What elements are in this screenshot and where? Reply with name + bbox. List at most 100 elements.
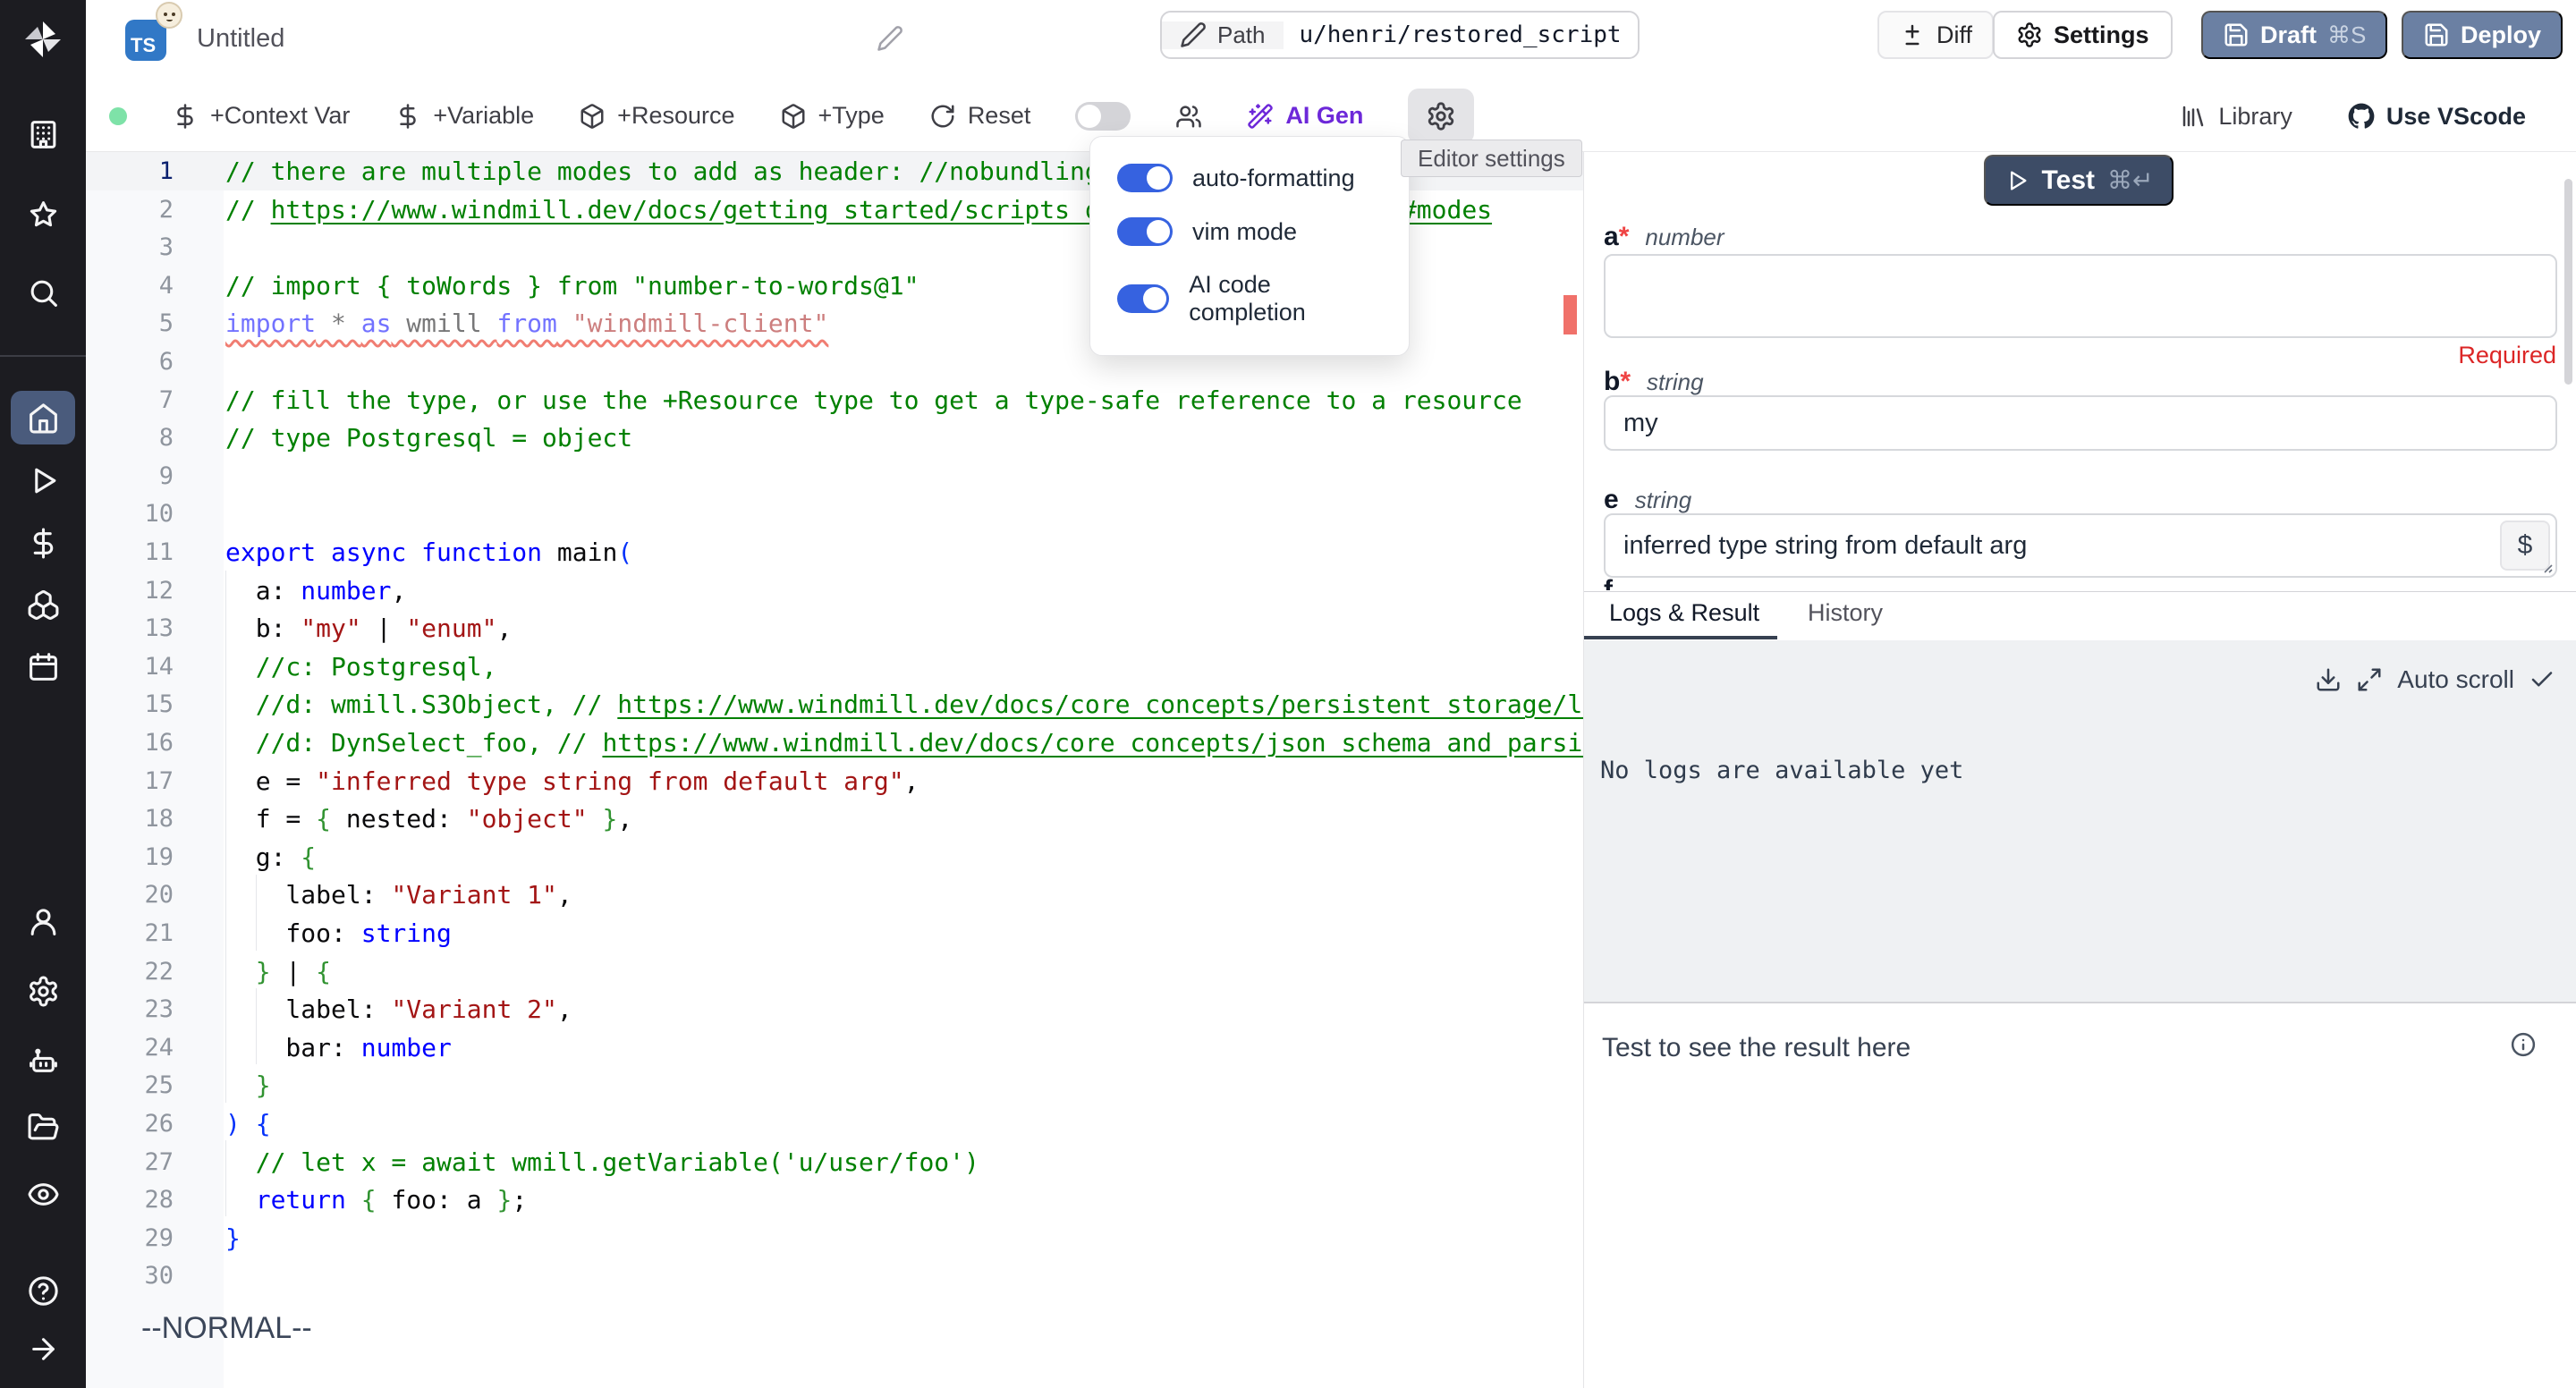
editor-settings-gear-button[interactable]: [1408, 89, 1474, 144]
line-number[interactable]: 23: [86, 990, 174, 1028]
code-line[interactable]: ) {: [225, 1104, 271, 1143]
code-line[interactable]: } | {: [225, 952, 331, 991]
add-type-button[interactable]: +Type: [780, 102, 885, 130]
sidebar-item-resources[interactable]: [11, 578, 75, 631]
line-number[interactable]: 22: [86, 952, 174, 991]
line-number[interactable]: 15: [86, 685, 174, 724]
tab-logs-result[interactable]: Logs & Result: [1609, 599, 1759, 627]
code-line[interactable]: e = "inferred type string from default a…: [225, 762, 919, 800]
sidebar-item-runs[interactable]: [11, 453, 75, 507]
autoscroll-label[interactable]: Auto scroll: [2397, 665, 2514, 694]
expand-logs-icon[interactable]: [2356, 666, 2383, 693]
code-line[interactable]: }: [225, 1219, 241, 1257]
collab-toggle[interactable]: [1075, 102, 1131, 131]
download-logs-icon[interactable]: [2315, 666, 2342, 693]
code-line[interactable]: // fill the type, or use the +Resource t…: [225, 381, 1522, 419]
toggle-vim-mode[interactable]: [1117, 217, 1173, 246]
field-e-input[interactable]: inferred type string from default arg $: [1604, 513, 2557, 578]
line-number[interactable]: 27: [86, 1143, 174, 1181]
code-line[interactable]: //d: DynSelect_foo, // https://www.windm…: [225, 724, 1583, 762]
code-line[interactable]: g: {: [225, 838, 316, 876]
field-a-input[interactable]: [1604, 254, 2557, 338]
use-vscode-button[interactable]: Use VScode: [2348, 103, 2526, 131]
test-run-button[interactable]: Test ⌘↵: [1984, 155, 2174, 206]
add-variable-button[interactable]: +Variable: [394, 102, 534, 130]
sidebar-item-home[interactable]: [11, 391, 75, 444]
path-widget[interactable]: Path u/henri/restored_script: [1160, 11, 1640, 59]
settings-button[interactable]: Settings: [1993, 11, 2173, 59]
line-number[interactable]: 9: [86, 457, 174, 495]
line-number[interactable]: 19: [86, 838, 174, 876]
line-number[interactable]: 20: [86, 876, 174, 914]
collaborators-icon[interactable]: [1175, 103, 1202, 130]
code-line[interactable]: // let x = await wmill.getVariable('u/us…: [225, 1143, 979, 1181]
save-draft-button[interactable]: Draft⌘S: [2201, 11, 2387, 59]
line-number[interactable]: 25: [86, 1066, 174, 1104]
code-line[interactable]: b: "my" | "enum",: [225, 609, 512, 647]
deploy-button[interactable]: Deploy: [2402, 11, 2563, 59]
line-number[interactable]: 1: [86, 152, 174, 190]
line-number[interactable]: 26: [86, 1104, 174, 1143]
line-number[interactable]: 28: [86, 1181, 174, 1219]
sidebar-item-workers[interactable]: [11, 1034, 75, 1088]
line-number[interactable]: 4: [86, 267, 174, 305]
reset-button[interactable]: Reset: [929, 102, 1031, 130]
diff-button[interactable]: Diff: [1877, 11, 1994, 59]
code-line[interactable]: // import { toWords } from "number-to-wo…: [225, 267, 919, 305]
line-number[interactable]: 24: [86, 1028, 174, 1067]
sidebar-item-help[interactable]: [11, 1264, 75, 1317]
field-b-input[interactable]: [1604, 395, 2557, 451]
line-number[interactable]: 10: [86, 495, 174, 533]
check-icon[interactable]: [2529, 666, 2555, 693]
code-line[interactable]: return { foo: a };: [225, 1181, 527, 1219]
toggle-AI-code-completion[interactable]: [1117, 284, 1169, 313]
edit-title-pencil-icon[interactable]: [877, 25, 903, 52]
windmill-logo-icon[interactable]: [21, 18, 64, 61]
sidebar-item-settings[interactable]: [11, 964, 75, 1018]
line-number[interactable]: 6: [86, 343, 174, 381]
code-line[interactable]: foo: string: [225, 914, 452, 952]
sidebar-item-expand[interactable]: [11, 1322, 75, 1375]
add-resource-button[interactable]: +Resource: [579, 102, 734, 130]
sidebar-item-schedules[interactable]: [11, 639, 75, 693]
line-number[interactable]: 3: [86, 228, 174, 267]
line-number[interactable]: 30: [86, 1257, 174, 1295]
line-number[interactable]: 21: [86, 914, 174, 952]
code-line[interactable]: a: number,: [225, 571, 406, 610]
line-number[interactable]: 14: [86, 647, 174, 686]
code-line[interactable]: f = { nested: "object" },: [225, 800, 632, 838]
sidebar-item-folders[interactable]: [11, 1100, 75, 1154]
tab-history[interactable]: History: [1808, 599, 1883, 627]
line-number[interactable]: 18: [86, 800, 174, 838]
sidebar-item-variables[interactable]: [11, 516, 75, 570]
code-line[interactable]: label: "Variant 1",: [225, 876, 572, 914]
code-line[interactable]: import * as wmill from "windmill-client": [225, 304, 828, 343]
panel-scrollbar-thumb[interactable]: [2564, 179, 2572, 385]
add-context-var-button[interactable]: +Context Var: [172, 102, 350, 130]
line-number[interactable]: 12: [86, 571, 174, 610]
line-number[interactable]: 11: [86, 533, 174, 571]
resize-handle[interactable]: [2539, 560, 2554, 574]
line-number[interactable]: 8: [86, 419, 174, 457]
line-number[interactable]: 17: [86, 762, 174, 800]
line-number[interactable]: 16: [86, 724, 174, 762]
code-line[interactable]: bar: number: [225, 1028, 452, 1067]
path-value[interactable]: u/henri/restored_script: [1284, 21, 1638, 48]
line-number[interactable]: 5: [86, 304, 174, 343]
code-line[interactable]: }: [225, 1066, 271, 1104]
toggle-auto-formatting[interactable]: [1117, 164, 1173, 192]
sidebar-item-favorites[interactable]: [11, 188, 75, 241]
line-number[interactable]: 13: [86, 609, 174, 647]
code-line[interactable]: // type Postgresql = object: [225, 419, 632, 457]
line-number[interactable]: 29: [86, 1219, 174, 1257]
line-number[interactable]: 2: [86, 190, 174, 229]
sidebar-item-user[interactable]: [11, 894, 75, 948]
code-line[interactable]: label: "Variant 2",: [225, 990, 572, 1028]
library-button[interactable]: Library: [2180, 103, 2292, 131]
code-line[interactable]: export async function main(: [225, 533, 632, 571]
info-icon[interactable]: [2510, 1031, 2537, 1058]
code-line[interactable]: //c: Postgresql,: [225, 647, 496, 686]
ai-gen-button[interactable]: AI Gen: [1247, 102, 1363, 130]
sidebar-item-audit-logs[interactable]: [11, 1167, 75, 1221]
code-line[interactable]: //d: wmill.S3Object, // https://www.wind…: [225, 685, 1583, 724]
